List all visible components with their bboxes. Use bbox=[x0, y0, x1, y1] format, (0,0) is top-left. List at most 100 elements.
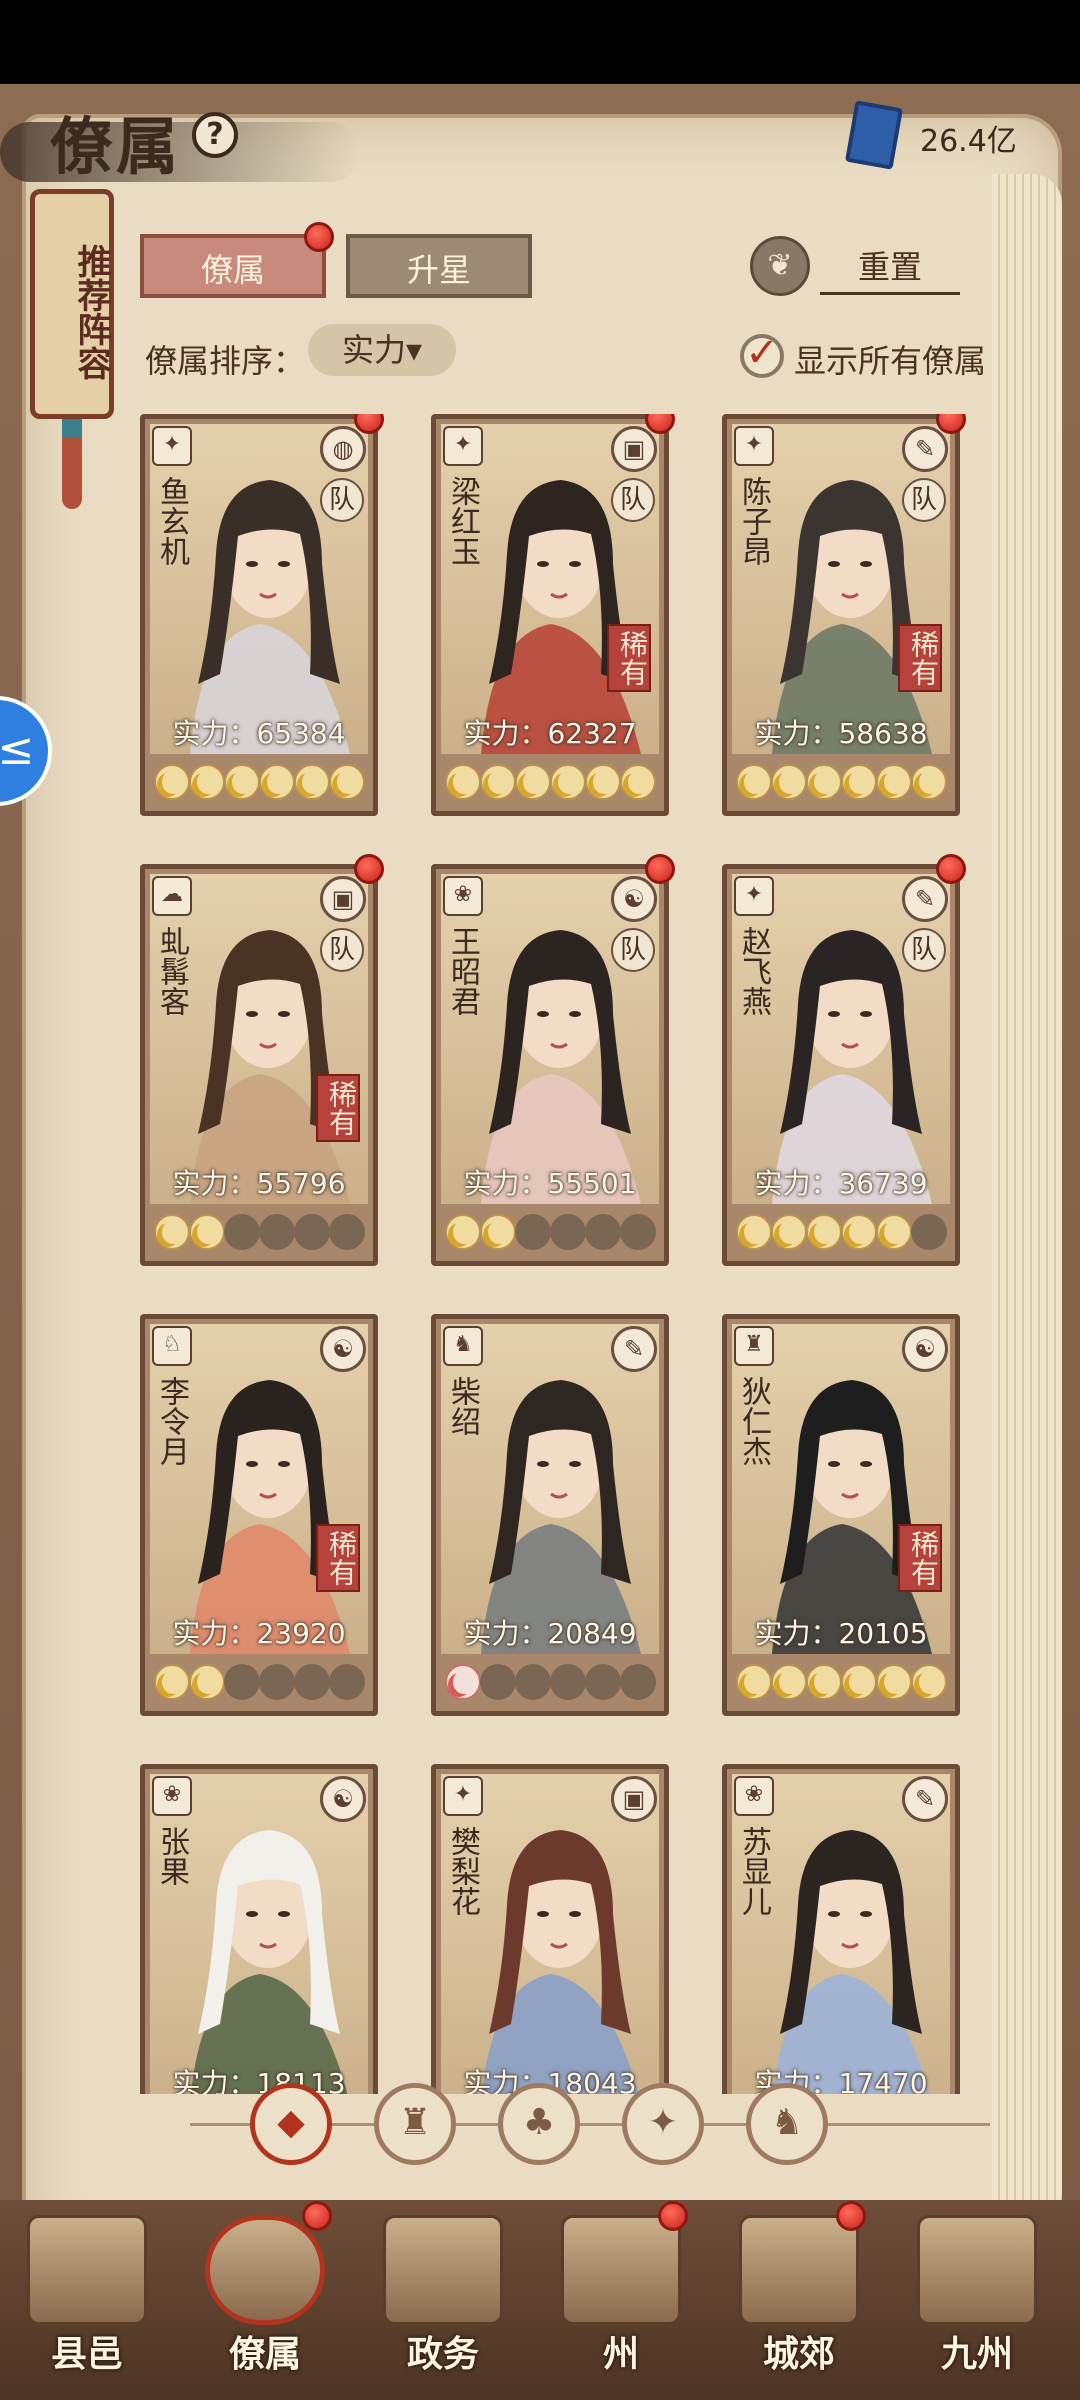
fan-icon: ✦ bbox=[443, 426, 483, 466]
empty-star-icon bbox=[480, 1664, 516, 1700]
show-all-label: 显示所有僚属 bbox=[794, 342, 987, 380]
rarity-badge: 稀有 bbox=[898, 1524, 942, 1592]
official-card[interactable]: ❀ 张果 ☯ 实力：18113 bbox=[140, 1764, 378, 2094]
recommend-lineup-button[interactable]: 推荐阵容 bbox=[30, 189, 114, 509]
official-card[interactable]: ✦ 鱼玄机 ◍ 队实力：65384 bbox=[140, 414, 384, 816]
portrait-art bbox=[441, 424, 659, 754]
official-name: 赵飞燕 bbox=[736, 926, 771, 1016]
checkmark-icon[interactable]: ✓ bbox=[740, 333, 784, 378]
official-card[interactable]: ✦ 陈子昂 ✎ 队稀有 实力：58638 bbox=[722, 414, 966, 816]
shield-icon: ▣ bbox=[320, 876, 366, 922]
tassel-icon bbox=[62, 419, 82, 509]
empty-star-icon bbox=[224, 1664, 260, 1700]
power-value: 实力：20105 bbox=[754, 1617, 928, 1650]
village-icon bbox=[739, 2215, 859, 2325]
rooster-icon: ♘ bbox=[152, 1326, 192, 1366]
portrait-illustration bbox=[190, 1380, 350, 1654]
tiger-icon[interactable]: ♞ bbox=[746, 2083, 828, 2165]
sort-bar: 僚属排序： 实力▾ ✓ 显示所有僚属 bbox=[140, 324, 1000, 384]
moon-star-icon bbox=[259, 764, 295, 800]
empty-star-icon bbox=[294, 1664, 330, 1700]
question-circle-icon[interactable]: ? bbox=[192, 112, 238, 158]
official-card[interactable]: ✦ 赵飞燕 ✎ 队实力：36739 bbox=[722, 854, 966, 1266]
yin-yang-icon: ☯ bbox=[902, 1326, 948, 1372]
moon-star-icon bbox=[154, 1664, 190, 1700]
nav-item-city-gate[interactable]: 县邑 bbox=[12, 2195, 162, 2395]
portrait-art bbox=[732, 874, 950, 1204]
team-badge: 队 bbox=[611, 478, 655, 522]
moon-star-icon bbox=[806, 764, 842, 800]
moon-star-icon bbox=[550, 764, 586, 800]
portrait-art bbox=[150, 1324, 368, 1654]
tab-officials[interactable]: 僚属 bbox=[140, 234, 326, 298]
portrait-art bbox=[150, 424, 368, 754]
team-badge: 队 bbox=[902, 478, 946, 522]
star-level bbox=[154, 1214, 365, 1254]
moon-star-icon bbox=[480, 1214, 516, 1250]
official-name: 虬髯客 bbox=[154, 926, 189, 1016]
star-level bbox=[445, 1214, 656, 1254]
moon-star-icon bbox=[736, 764, 772, 800]
gourd-icon[interactable]: ♣ bbox=[498, 2083, 580, 2165]
official-card[interactable]: ❀ 王昭君 ☯ 队实力：55501 bbox=[431, 854, 675, 1266]
nav-item-officials[interactable]: 僚属 bbox=[190, 2195, 340, 2395]
page-title: 僚属 bbox=[50, 110, 183, 183]
reset-label: 重置 bbox=[820, 242, 960, 295]
portrait-illustration bbox=[772, 1380, 932, 1654]
nav-label: 城郊 bbox=[762, 2333, 835, 2375]
official-card[interactable]: ♜ 狄仁杰 ☯ 稀有 实力：20105 bbox=[722, 1314, 960, 1716]
portrait-art bbox=[732, 1324, 950, 1654]
currency-value: 26.4亿 bbox=[920, 124, 1017, 159]
nav-item-village[interactable]: 城郊 bbox=[724, 2195, 874, 2395]
brush-icon: ✎ bbox=[611, 1326, 657, 1372]
empty-star-icon bbox=[294, 1214, 330, 1250]
official-card[interactable]: ♘ 李令月 ☯ 稀有 实力：23920 bbox=[140, 1314, 378, 1716]
nav-item-documents[interactable]: 政务 bbox=[368, 2195, 518, 2395]
show-all-toggle[interactable]: ✓ 显示所有僚属 bbox=[740, 328, 1000, 380]
star-level bbox=[154, 764, 365, 804]
power-value: 实力：62327 bbox=[463, 717, 637, 750]
star-level bbox=[736, 1214, 947, 1254]
portrait-illustration bbox=[190, 930, 350, 1204]
official-card[interactable]: ☁ 虬髯客 ▣ 队稀有 实力：55796 bbox=[140, 854, 384, 1266]
official-card[interactable]: ✦ 梁红玉 ▣ 队稀有 实力：62327 bbox=[431, 414, 675, 816]
recommend-lineup-label: 推荐阵容 bbox=[71, 244, 111, 380]
portrait-illustration bbox=[190, 480, 350, 754]
yin-yang-icon: ☯ bbox=[320, 1326, 366, 1372]
nav-label: 政务 bbox=[406, 2333, 479, 2375]
moon-star-icon bbox=[480, 764, 516, 800]
bell-icon: ♜ bbox=[734, 1326, 774, 1366]
nav-label: 九州 bbox=[940, 2333, 1013, 2375]
sort-dropdown[interactable]: 实力▾ bbox=[308, 324, 456, 376]
portrait-art bbox=[732, 1774, 950, 2094]
official-card[interactable]: ♞ 柴绍 ✎ 实力：20849 bbox=[431, 1314, 669, 1716]
empty-star-icon bbox=[515, 1214, 551, 1250]
category-filter-bar: ◆ ♜ ♣ ✦ ♞ bbox=[190, 2079, 990, 2169]
tab-star-up[interactable]: 升星 bbox=[346, 234, 532, 298]
moon-star-icon bbox=[445, 1664, 481, 1700]
empty-star-icon bbox=[550, 1214, 586, 1250]
official-name: 梁红玉 bbox=[445, 476, 480, 566]
moon-star-icon bbox=[224, 764, 260, 800]
brush-icon: ✎ bbox=[902, 426, 948, 472]
star-level bbox=[736, 764, 947, 804]
notification-dot bbox=[304, 222, 334, 252]
reset-button[interactable]: ❦ 重置 bbox=[750, 234, 960, 298]
nav-item-map-scroll[interactable]: 九州 bbox=[902, 2195, 1052, 2395]
official-card[interactable]: ✦ 樊梨花 ▣ 实力：18043 bbox=[431, 1764, 669, 2094]
empty-star-icon bbox=[259, 1214, 295, 1250]
official-name: 王昭君 bbox=[445, 926, 480, 1016]
official-name: 张果 bbox=[154, 1826, 189, 1886]
fan-icon[interactable]: ✦ bbox=[622, 2083, 704, 2165]
moon-star-icon bbox=[771, 764, 807, 800]
moon-star-icon bbox=[189, 764, 225, 800]
moon-star-icon bbox=[515, 764, 551, 800]
notification-dot bbox=[354, 854, 384, 884]
team-badge: 队 bbox=[902, 928, 946, 972]
all-diamond-icon[interactable]: ◆ bbox=[250, 2083, 332, 2165]
portrait-illustration bbox=[772, 480, 932, 754]
bell-icon[interactable]: ♜ bbox=[374, 2083, 456, 2165]
official-card[interactable]: ❀ 苏显儿 ✎ 实力：17470 bbox=[722, 1764, 960, 2094]
power-value: 实力：36739 bbox=[754, 1167, 928, 1200]
nav-item-mountain[interactable]: 州 bbox=[546, 2195, 696, 2395]
